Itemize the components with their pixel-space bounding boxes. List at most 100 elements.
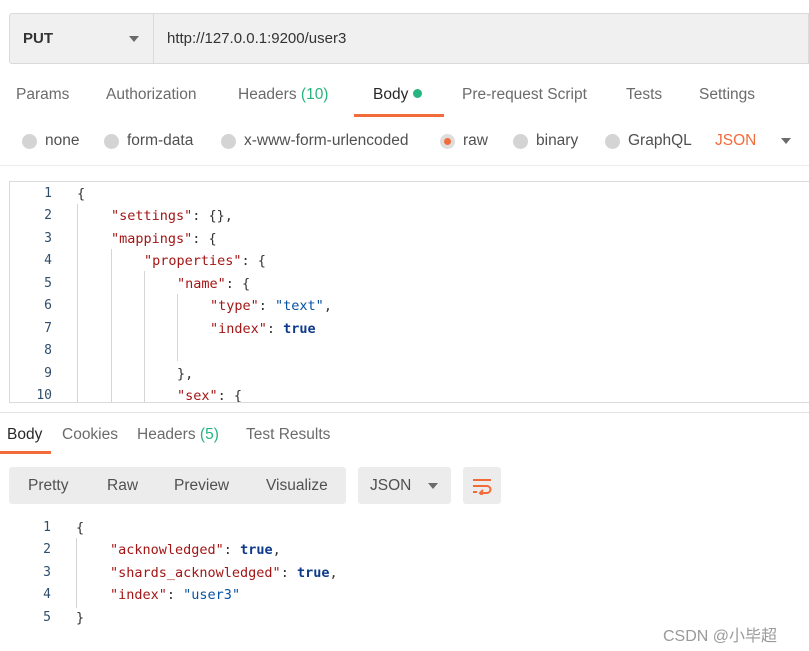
view-raw-button[interactable]: Raw <box>107 477 138 495</box>
response-tab-body[interactable]: Body <box>7 426 42 444</box>
indent-guide <box>77 204 78 402</box>
line-number: 6 <box>44 298 52 313</box>
body-modified-dot-icon <box>413 89 423 98</box>
response-format-label: JSON <box>370 476 412 494</box>
line-number: 4 <box>44 253 52 268</box>
response-tab-headers-label: Headers <box>137 426 196 443</box>
line-number: 5 <box>44 276 52 291</box>
body-type-radios: none form-data x-www-form-urlencoded raw… <box>0 128 809 158</box>
radio-circle-icon <box>513 133 528 149</box>
line-number: 3 <box>43 565 51 580</box>
chevron-down-icon <box>129 36 139 42</box>
tab-body[interactable]: Body <box>373 86 423 104</box>
response-tab-cookies[interactable]: Cookies <box>62 426 118 444</box>
json-key: "index" <box>110 587 167 603</box>
response-body-viewer[interactable]: 1 2 3 4 5 { "acknowledged": true, "shard… <box>9 516 809 631</box>
url-input[interactable]: http://127.0.0.1:9200/user3 <box>153 13 809 64</box>
punct: }, <box>177 366 194 382</box>
radio-graphql-label: GraphQL <box>628 132 692 149</box>
punct: , <box>272 542 281 558</box>
view-visualize-button[interactable]: Visualize <box>266 477 328 495</box>
radio-form-data[interactable]: form-data <box>104 132 193 150</box>
line-number: 9 <box>44 366 52 381</box>
json-key: "properties" <box>144 253 242 269</box>
code-line: } <box>76 610 84 626</box>
radio-circle-icon <box>104 133 119 149</box>
language-select[interactable]: JSON <box>715 132 792 150</box>
watermark: CSDN @小毕超 <box>663 628 778 645</box>
radio-selected-icon <box>440 133 455 149</box>
indent-guide <box>177 294 178 361</box>
code-line: "mappings": { <box>111 231 217 247</box>
tab-headers[interactable]: Headers (10) <box>238 86 328 104</box>
line-number: 3 <box>44 231 52 246</box>
tab-settings[interactable]: Settings <box>699 86 755 104</box>
line-number: 4 <box>43 587 51 602</box>
response-tab-test-results[interactable]: Test Results <box>246 426 330 444</box>
radio-circle-icon <box>605 133 620 149</box>
view-pretty-button[interactable]: Pretty <box>28 477 68 495</box>
code-line: "index": true <box>210 321 316 337</box>
radio-urlencoded-label: x-www-form-urlencoded <box>244 132 409 149</box>
active-tab-underline <box>354 114 444 117</box>
request-body-editor[interactable]: 1 2 3 4 5 6 7 8 9 10 { "settings": {}, "… <box>9 181 809 403</box>
brace: { <box>77 186 86 202</box>
radio-raw-label: raw <box>463 132 488 149</box>
code-line: { <box>76 520 84 536</box>
radio-binary[interactable]: binary <box>513 132 578 150</box>
indent-guide <box>144 271 145 402</box>
code-line: "type": "text", <box>210 298 332 314</box>
tab-tests[interactable]: Tests <box>626 86 662 104</box>
punct: : {}, <box>192 208 233 224</box>
response-headers-count: (5) <box>199 426 219 443</box>
brace: { <box>76 520 85 536</box>
tab-authorization[interactable]: Authorization <box>106 86 196 104</box>
punct: : { <box>241 253 266 269</box>
tab-pre-request-script[interactable]: Pre-request Script <box>462 86 587 104</box>
language-label: JSON <box>715 132 757 149</box>
radio-urlencoded[interactable]: x-www-form-urlencoded <box>221 132 409 150</box>
code-line: "index": "user3" <box>110 587 240 603</box>
radio-none[interactable]: none <box>22 132 79 150</box>
response-tab-headers[interactable]: Headers (5) <box>137 426 219 444</box>
indent-guide <box>111 249 112 402</box>
line-number: 1 <box>43 520 51 535</box>
radio-graphql[interactable]: GraphQL <box>605 132 692 150</box>
request-url-bar: PUT http://127.0.0.1:9200/user3 <box>9 13 809 64</box>
code-line: }, <box>177 366 193 382</box>
method-select[interactable]: PUT <box>9 13 153 64</box>
punct: : <box>266 321 284 337</box>
tab-params[interactable]: Params <box>16 86 69 104</box>
request-tabs: Params Authorization Headers (10) Body P… <box>0 78 809 118</box>
radio-raw[interactable]: raw <box>440 132 488 150</box>
code-line: "settings": {}, <box>111 208 233 224</box>
response-tab-underline <box>0 451 51 454</box>
code-line: "acknowledged": true, <box>110 542 281 558</box>
divider <box>0 165 809 166</box>
json-bool: true <box>296 565 330 581</box>
json-key: "sex" <box>177 388 218 403</box>
json-string: "text" <box>275 298 324 314</box>
brace: } <box>76 610 85 626</box>
punct: : <box>258 298 276 314</box>
wrap-lines-icon <box>473 478 492 495</box>
line-number: 8 <box>44 343 52 358</box>
json-key: "shards_acknowledged" <box>110 565 281 581</box>
code-line: "name": { <box>177 276 250 292</box>
punct: : <box>280 565 297 581</box>
code-line: "shards_acknowledged": true, <box>110 565 338 581</box>
line-number: 1 <box>44 186 52 201</box>
method-label: PUT <box>23 30 53 47</box>
code-line: { <box>77 186 85 202</box>
wrap-lines-button[interactable] <box>463 467 501 504</box>
chevron-down-icon <box>428 482 439 489</box>
json-string: "user3" <box>183 587 241 603</box>
json-bool: true <box>240 542 273 558</box>
response-view-modes: Pretty Raw Preview Visualize <box>9 467 346 504</box>
punct: , <box>329 565 338 581</box>
code-line: "sex": { <box>177 388 242 403</box>
view-preview-button[interactable]: Preview <box>174 477 229 495</box>
radio-none-label: none <box>45 132 80 149</box>
json-key: "index" <box>210 321 267 337</box>
response-format-select[interactable]: JSON <box>358 467 451 504</box>
